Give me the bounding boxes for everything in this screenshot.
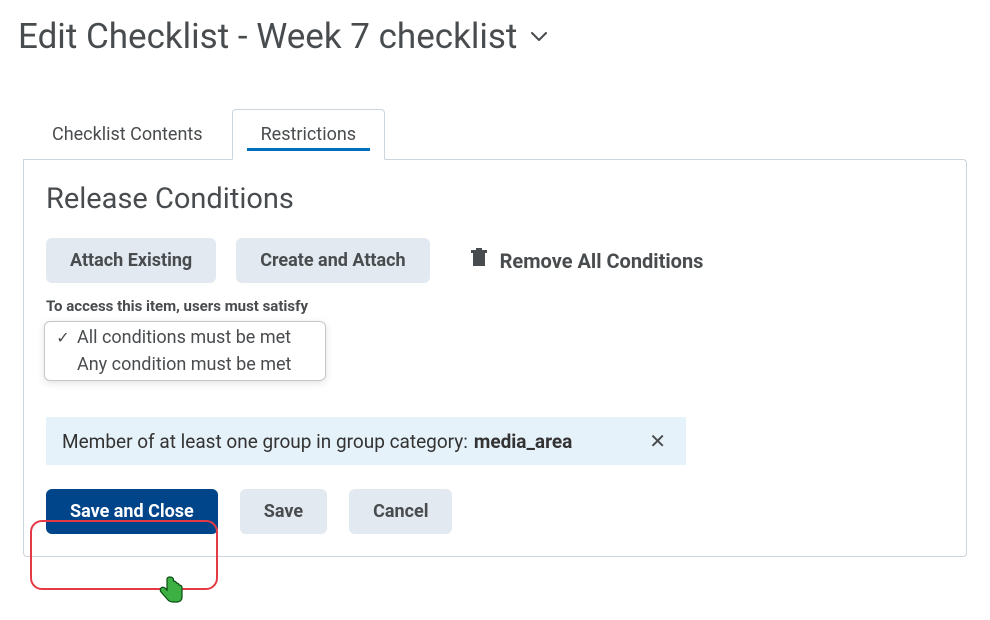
remove-all-label: Remove All Conditions (500, 249, 704, 273)
condition-chip: Member of at least one group in group ca… (46, 417, 686, 465)
remove-condition-icon[interactable]: ✕ (645, 429, 670, 453)
create-and-attach-button[interactable]: Create and Attach (236, 238, 429, 283)
attach-existing-button[interactable]: Attach Existing (46, 238, 216, 283)
checkmark-icon: ✓ (55, 328, 71, 347)
save-and-close-button[interactable]: Save and Close (46, 489, 218, 534)
satisfy-dropdown: ✓ All conditions must be met Any conditi… (44, 321, 326, 381)
chevron-down-icon[interactable] (531, 32, 547, 42)
cancel-button[interactable]: Cancel (349, 489, 452, 534)
cursor-pointer-icon (157, 576, 185, 608)
section-heading: Release Conditions (46, 182, 944, 216)
tab-restrictions[interactable]: Restrictions (232, 109, 385, 160)
condition-name: media_area (474, 430, 572, 453)
satisfy-label: To access this item, users must satisfy (46, 297, 944, 315)
trash-icon (470, 248, 488, 273)
remove-all-conditions-button[interactable]: Remove All Conditions (470, 248, 704, 273)
page-title: Edit Checklist - Week 7 checklist (18, 16, 517, 57)
tab-bar: Checklist Contents Restrictions (23, 109, 972, 159)
satisfy-option-label: Any condition must be met (77, 354, 291, 375)
satisfy-option-all[interactable]: ✓ All conditions must be met (45, 324, 325, 351)
save-button[interactable]: Save (240, 489, 327, 534)
condition-prefix: Member of at least one group in group ca… (62, 430, 468, 453)
satisfy-option-any[interactable]: Any condition must be met (45, 351, 325, 378)
restrictions-panel: Release Conditions Attach Existing Creat… (23, 159, 967, 557)
tab-checklist-contents[interactable]: Checklist Contents (23, 109, 232, 159)
satisfy-option-label: All conditions must be met (77, 327, 291, 348)
